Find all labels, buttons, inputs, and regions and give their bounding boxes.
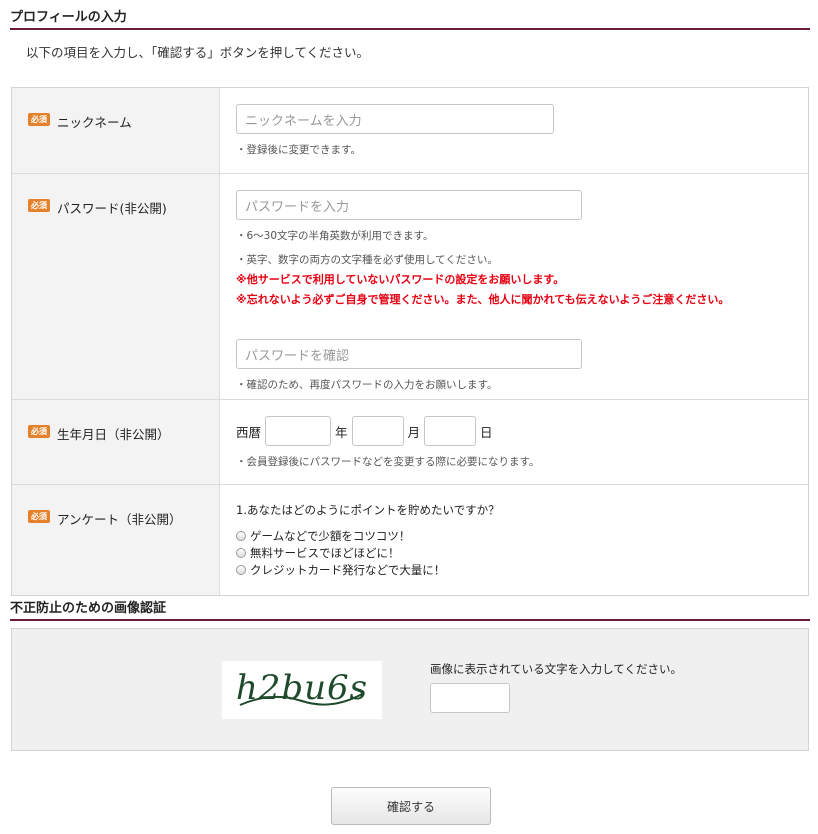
password-note-chartypes: ・英字、数字の両方の文字種を必ず使用してください。 — [236, 254, 498, 266]
captcha-section-title: 不正防止のための画像認証 — [10, 597, 810, 621]
nickname-note: ・登録後に変更できます。 — [236, 144, 361, 156]
survey-row: 必須 アンケート（非公開） 1.あなたはどのようにポイントを貯めたいですか？ ゲ… — [12, 485, 808, 595]
radio-button[interactable] — [236, 564, 246, 575]
birthday-row: 必須 生年月日（非公開） 西暦 年 月 日 ・会員登録後にパスワードなどを変更す… — [12, 400, 808, 485]
profile-section-title: プロフィールの入力 — [10, 6, 810, 30]
password-confirm-input[interactable]: パスワードを確認 — [236, 339, 582, 369]
password-note-length: ・6～30文字の半角英数が利用できます。 — [236, 230, 434, 242]
survey-label: アンケート（非公開） — [57, 512, 182, 527]
survey-option[interactable]: ゲームなどで少額をコツコツ！ — [236, 527, 808, 544]
password-label-cell: 必須 パスワード(非公開) — [12, 174, 220, 399]
captcha-instruction: 画像に表示されている文字を入力してください。 — [430, 662, 682, 676]
birth-year-input[interactable] — [265, 416, 332, 446]
birthday-note: ・会員登録後にパスワードなどを変更する際に必要になります。 — [236, 456, 540, 468]
birthday-inputs: 西暦 年 月 日 — [236, 416, 808, 446]
radio-button[interactable] — [236, 547, 246, 558]
profile-form-table: 必須 ニックネーム ニックネームを入力 ・登録後に変更できます。 必須 パスワー… — [11, 87, 809, 596]
password-warning-reuse: ※他サービスで利用していないパスワードの設定をお願いします。 — [236, 273, 565, 286]
survey-option-label: 無料サービスでほどほどに！ — [250, 545, 400, 560]
nickname-placeholder: ニックネームを入力 — [245, 113, 362, 129]
intro-text: 以下の項目を入力し、「確認する」ボタンを押してください。 — [26, 45, 370, 60]
birth-month-input[interactable] — [351, 416, 404, 446]
confirm-button[interactable]: 確認する — [331, 787, 491, 825]
captcha-graphic: h2bu6s — [236, 668, 367, 708]
year-label: 年 — [335, 424, 348, 440]
password-warning-manage: ※忘れないよう必ずご自身で管理ください。また、他人に聞かれても伝えないようご注意… — [236, 293, 730, 306]
required-badge: 必須 — [28, 510, 50, 523]
password-row: 必須 パスワード(非公開) パスワードを入力 ・6～30文字の半角英数が利用でき… — [12, 174, 808, 400]
nickname-label-cell: 必須 ニックネーム — [12, 88, 220, 173]
birthday-label-cell: 必須 生年月日（非公開） — [12, 400, 220, 484]
radio-button[interactable] — [236, 530, 246, 541]
password-input[interactable]: パスワードを入力 — [236, 190, 582, 220]
survey-option[interactable]: 無料サービスでほどほどに！ — [236, 544, 808, 561]
password-confirm-placeholder: パスワードを確認 — [245, 348, 350, 364]
birth-day-input[interactable] — [424, 416, 477, 446]
survey-value-cell: 1.あなたはどのようにポイントを貯めたいですか？ ゲームなどで少額をコツコツ！ … — [220, 485, 808, 595]
day-label: 日 — [480, 424, 493, 440]
nickname-row: 必須 ニックネーム ニックネームを入力 ・登録後に変更できます。 — [12, 88, 808, 174]
required-badge: 必須 — [28, 425, 50, 438]
password-label: パスワード(非公開) — [57, 201, 167, 216]
birthday-value-cell: 西暦 年 月 日 ・会員登録後にパスワードなどを変更する際に必要になります。 — [220, 400, 808, 484]
captcha-image: h2bu6s — [222, 661, 382, 719]
survey-option-label: クレジットカード発行などで大量に！ — [250, 562, 446, 577]
era-label: 西暦 — [236, 424, 262, 440]
captcha-input[interactable] — [430, 683, 510, 713]
survey-label-cell: 必須 アンケート（非公開） — [12, 485, 220, 595]
nickname-value-cell: ニックネームを入力 ・登録後に変更できます。 — [220, 88, 808, 173]
required-badge: 必須 — [28, 199, 50, 212]
password-confirm-note: ・確認のため、再度パスワードの入力をお願いします。 — [236, 379, 498, 391]
password-placeholder: パスワードを入力 — [245, 199, 350, 215]
survey-question: 1.あなたはどのようにポイントを貯めたいですか？ — [236, 503, 500, 517]
nickname-input[interactable]: ニックネームを入力 — [236, 104, 554, 134]
nickname-label: ニックネーム — [57, 115, 132, 130]
month-label: 月 — [407, 424, 421, 440]
password-value-cell: パスワードを入力 ・6～30文字の半角英数が利用できます。 ・英字、数字の両方の… — [220, 174, 808, 399]
birthday-label: 生年月日（非公開） — [57, 427, 170, 442]
survey-option[interactable]: クレジットカード発行などで大量に！ — [236, 561, 808, 578]
required-badge: 必須 — [28, 113, 50, 126]
captcha-box: h2bu6s 画像に表示されている文字を入力してください。 — [11, 628, 809, 751]
survey-option-label: ゲームなどで少額をコツコツ！ — [250, 528, 411, 543]
